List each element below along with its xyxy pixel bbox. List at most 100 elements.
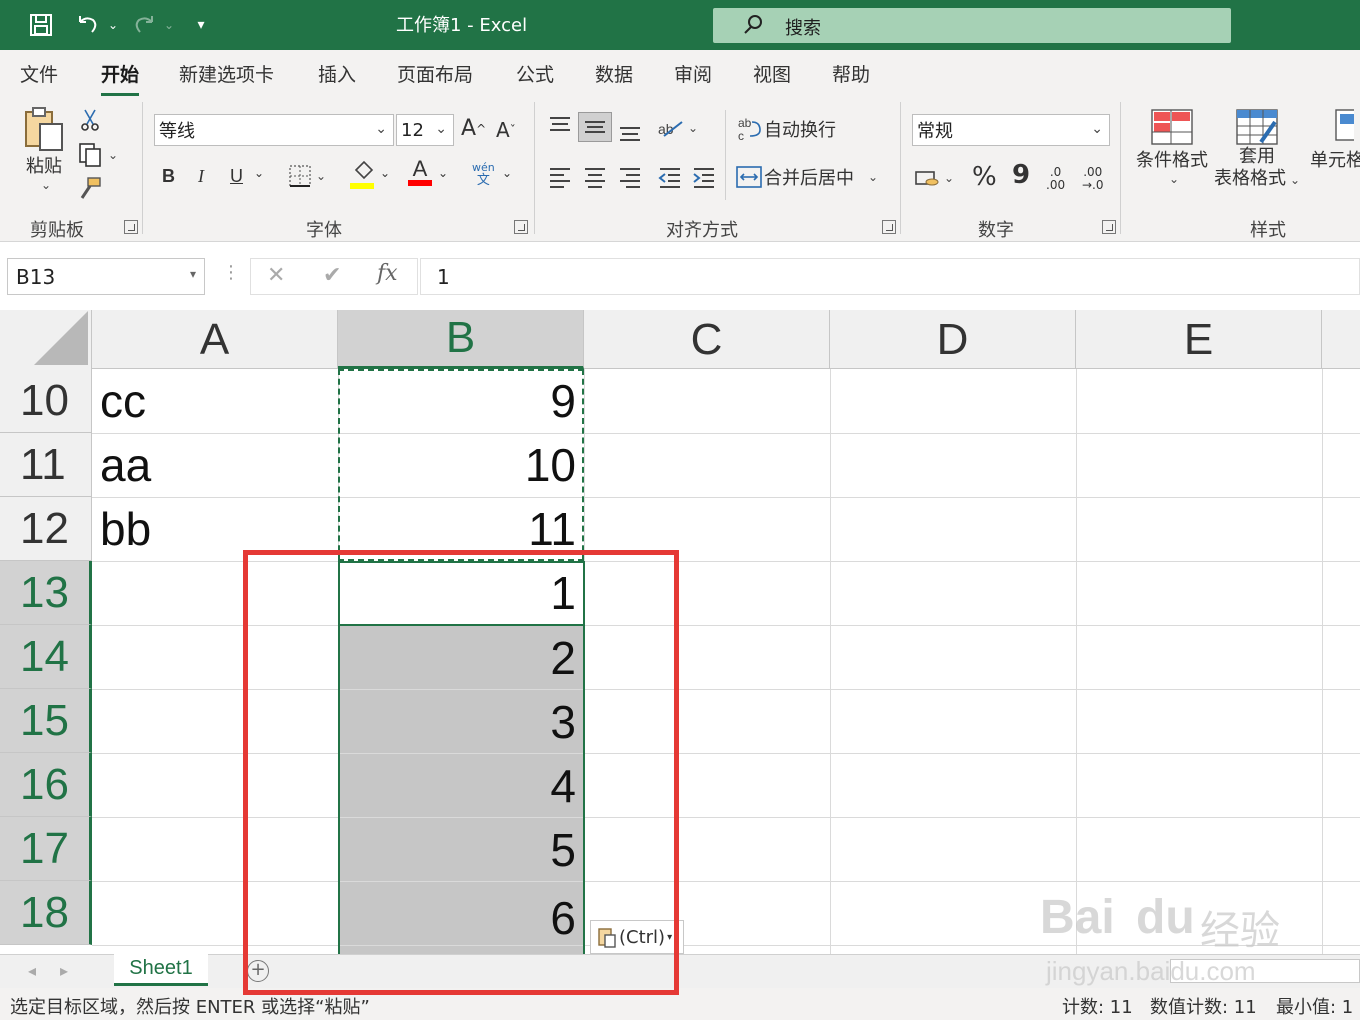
align-center-icon[interactable] — [583, 166, 607, 188]
row-header-16[interactable]: 16 — [0, 753, 92, 817]
increase-indent-icon[interactable] — [692, 166, 716, 188]
decrease-decimal-button[interactable]: .00 →.0 — [1082, 166, 1104, 192]
column-header-a[interactable]: A — [92, 310, 338, 369]
row-header-13[interactable]: 13 — [0, 561, 92, 625]
phonetic-guide-button[interactable]: wén 文 — [472, 162, 495, 188]
italic-button[interactable]: I — [198, 166, 204, 187]
number-format-select[interactable]: 常规 ⌄ — [912, 114, 1110, 146]
row-header-15[interactable]: 15 — [0, 689, 92, 753]
tab-file[interactable]: 文件 — [20, 60, 58, 87]
row-header-18[interactable]: 18 — [0, 881, 92, 945]
select-all-button[interactable] — [0, 310, 92, 369]
undo-dropdown-icon[interactable]: ⌄ — [98, 10, 128, 40]
cut-icon[interactable] — [80, 108, 100, 132]
column-header-f[interactable] — [1322, 310, 1360, 369]
alignment-launcher-icon[interactable] — [882, 220, 896, 234]
enter-icon[interactable]: ✔ — [323, 263, 341, 288]
font-color-button[interactable]: A — [408, 158, 432, 186]
row-header-11[interactable]: 11 — [0, 433, 92, 497]
tab-home[interactable]: 开始 — [101, 60, 140, 97]
orientation-icon[interactable]: ab ⌄ — [658, 116, 698, 140]
clipboard-group-label: 剪贴板 — [30, 220, 84, 241]
number-launcher-icon[interactable] — [1102, 220, 1116, 234]
paste-label: 粘贴 — [26, 156, 62, 177]
shrink-font-button[interactable]: Aˇ — [496, 118, 516, 142]
next-sheet-icon[interactable]: ▸ — [60, 961, 68, 980]
cell-styles-button[interactable]: 单元格 — [1310, 108, 1360, 172]
column-header-c[interactable]: C — [584, 310, 830, 369]
paste-button[interactable]: 粘贴 ⌄ — [22, 106, 66, 192]
format-painter-icon[interactable] — [78, 176, 104, 202]
wrap-text-button[interactable]: ab c 自动换行 — [738, 116, 836, 142]
tab-formulas[interactable]: 公式 — [516, 60, 554, 87]
font-name-value: 等线 — [159, 121, 195, 142]
tab-page-layout[interactable]: 页面布局 — [397, 60, 473, 87]
formula-input[interactable]: 1 — [420, 258, 1360, 295]
status-numeric-count: 数值计数: 11 — [1150, 997, 1257, 1018]
format-as-table-button[interactable]: 套用 表格格式 ⌄ — [1214, 108, 1300, 191]
phonetic-dropdown-icon[interactable]: ⌄ — [502, 166, 512, 180]
comma-button[interactable]: 9 — [1012, 160, 1030, 190]
number-group-label: 数字 — [978, 220, 1014, 241]
fill-color-dropdown-icon[interactable]: ⌄ — [380, 166, 390, 180]
clipboard-launcher-icon[interactable] — [124, 220, 138, 234]
underline-button[interactable]: U — [230, 166, 243, 187]
tab-review[interactable]: 审阅 — [674, 60, 712, 87]
row-header-14[interactable]: 14 — [0, 625, 92, 689]
customize-toolbar-icon[interactable]: ▾ — [186, 10, 216, 40]
merge-center-button[interactable]: 合并后居中 ⌄ — [736, 164, 878, 190]
align-middle-icon[interactable] — [578, 112, 612, 142]
insert-function-icon[interactable]: fx — [377, 261, 398, 286]
name-box[interactable]: B13 ▾ — [7, 258, 205, 295]
font-launcher-icon[interactable] — [514, 220, 528, 234]
row-header-17[interactable]: 17 — [0, 817, 92, 881]
sheet-tab-bar: ◂ ▸ Sheet1 + — [0, 954, 1360, 988]
column-header-e[interactable]: E — [1076, 310, 1322, 369]
sheet-tab-sheet1[interactable]: Sheet1 — [114, 954, 208, 986]
font-color-dropdown-icon[interactable]: ⌄ — [438, 166, 448, 180]
tab-help[interactable]: 帮助 — [832, 60, 870, 87]
percent-button[interactable]: % — [972, 162, 997, 192]
underline-dropdown-icon[interactable]: ⌄ — [254, 166, 264, 180]
status-count: 计数: 11 — [1062, 997, 1133, 1018]
spreadsheet-grid: A B C D E 10 cc 9 11 aa 10 12 bb 11 13 1… — [0, 310, 1360, 954]
formula-bar-grip-icon[interactable]: ⋮ — [222, 262, 240, 283]
row-header-12[interactable]: 12 — [0, 497, 92, 561]
align-bottom-icon[interactable] — [618, 122, 642, 142]
row-header-10[interactable]: 10 — [0, 369, 92, 433]
align-right-icon[interactable] — [618, 166, 642, 188]
status-bar: 选定目标区域，然后按 ENTER 或选择“粘贴” 计数: 11 数值计数: 11… — [0, 988, 1360, 1020]
increase-decimal-button[interactable]: .0.00 — [1046, 166, 1065, 192]
bold-button[interactable]: B — [162, 166, 175, 187]
search-icon — [744, 15, 762, 34]
decrease-indent-icon[interactable] — [658, 166, 682, 188]
grow-font-button[interactable]: A ^ — [461, 116, 486, 141]
tab-view[interactable]: 视图 — [753, 60, 791, 87]
window-title: 工作簿1 - Excel — [396, 15, 528, 36]
fill-color-button[interactable] — [350, 160, 376, 190]
horizontal-scrollbar[interactable] — [1170, 959, 1360, 983]
search-input[interactable]: 搜索 — [713, 8, 1231, 43]
save-icon[interactable] — [26, 10, 56, 40]
align-left-icon[interactable] — [548, 166, 572, 188]
cancel-icon[interactable]: ✕ — [267, 263, 285, 288]
tab-insert[interactable]: 插入 — [318, 60, 356, 87]
highlight-annotation — [243, 550, 679, 995]
paste-icon — [25, 107, 63, 151]
borders-button[interactable]: ⌄ — [288, 164, 326, 188]
column-header-b[interactable]: B — [338, 310, 584, 369]
cell-a11[interactable]: aa — [92, 433, 338, 497]
prev-sheet-icon[interactable]: ◂ — [28, 961, 36, 980]
column-header-d[interactable]: D — [830, 310, 1076, 369]
align-top-icon[interactable] — [548, 116, 572, 136]
cell-a10[interactable]: cc — [92, 369, 338, 433]
font-name-select[interactable]: 等线 ⌄ — [154, 114, 394, 146]
tab-new-tab[interactable]: 新建选项卡 — [179, 60, 274, 87]
tab-data[interactable]: 数据 — [595, 60, 633, 87]
accounting-format-button[interactable]: ⌄ — [914, 166, 954, 190]
copy-icon[interactable]: ⌄ — [78, 142, 118, 168]
redo-dropdown-icon[interactable]: ⌄ — [154, 10, 184, 40]
status-message: 选定目标区域，然后按 ENTER 或选择“粘贴” — [10, 997, 370, 1018]
conditional-formatting-button[interactable]: 条件格式 ⌄ — [1136, 108, 1208, 186]
font-size-select[interactable]: 12 ⌄ — [396, 114, 454, 146]
